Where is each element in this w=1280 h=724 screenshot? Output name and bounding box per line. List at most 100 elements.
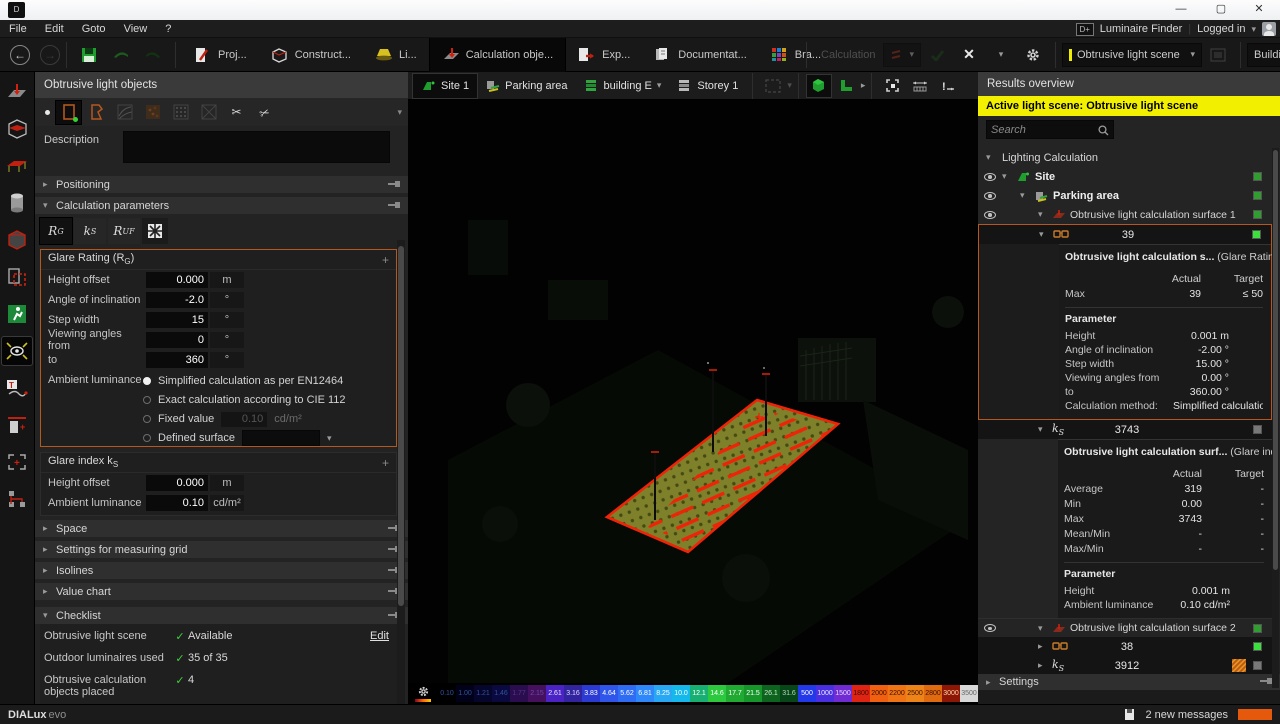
scene-3d[interactable] (408, 100, 978, 683)
section-settings[interactable]: ▸ Settings (978, 674, 1280, 690)
forward-button[interactable]: → (40, 45, 60, 65)
field-value[interactable]: 0 (146, 332, 208, 348)
defined-surface-dropdown[interactable] (242, 430, 320, 446)
expand-plus-icon[interactable]: + (382, 253, 389, 267)
gear-icon[interactable] (1020, 43, 1046, 67)
escape-route-tool[interactable] (2, 300, 32, 328)
tab-ruf[interactable]: RUF (108, 218, 140, 244)
focus-region-tool[interactable]: + (2, 448, 32, 476)
status-square[interactable] (1253, 624, 1262, 633)
false-color-thumbnail[interactable] (1232, 659, 1246, 672)
menu-item-edit[interactable]: Edit (36, 20, 73, 38)
mode-project[interactable]: Proj... (182, 38, 259, 72)
search-input[interactable]: Search (986, 120, 1114, 139)
polygon-tool[interactable] (84, 101, 109, 124)
chevron-down-icon[interactable]: ▾ (1039, 229, 1053, 240)
tree-node-surface1-rg[interactable]: ▾ 39 (979, 225, 1271, 244)
radio-icon[interactable] (143, 377, 151, 385)
radio-simplified-calculation-as-per-en12464[interactable]: Simplified calculation as per EN12464 (143, 374, 396, 388)
rectangle-tool[interactable] (56, 101, 81, 124)
light-scene-select[interactable]: Obtrusive light scene ▾ (1062, 43, 1202, 67)
status-square[interactable] (1253, 661, 1262, 670)
view-3d-icon[interactable] (807, 75, 831, 97)
menu-item-help[interactable]: ? (156, 20, 180, 38)
mode-documentation[interactable]: Documentat... (642, 38, 758, 72)
wall-object-tool[interactable]: + (2, 411, 32, 439)
tab-grid-icon[interactable] (142, 218, 168, 244)
close-button[interactable]: ✕ (1240, 0, 1278, 20)
tab-ks[interactable]: kS (74, 218, 106, 244)
radio-fixed-value[interactable]: Fixed value0.10cd/m² (143, 412, 396, 426)
chevron-down-icon[interactable]: ▾ (1020, 190, 1034, 201)
save-icon[interactable] (76, 43, 102, 67)
section-isolines[interactable]: ▸Isolines (35, 562, 408, 579)
crumb-storey-1[interactable]: Storey 1 (669, 74, 746, 98)
no-display-tool[interactable] (196, 101, 221, 124)
chevron-down-icon[interactable]: ▾ (986, 152, 1002, 163)
tree-node-surface1-ks[interactable]: ▾ kS 3743 (978, 420, 1272, 439)
view-options-chevron-icon[interactable]: ▸ (861, 80, 866, 91)
field-value[interactable]: 15 (146, 312, 208, 328)
status-square[interactable] (1253, 172, 1262, 181)
tree-node-parking-area[interactable]: ▾ Parking area (978, 186, 1272, 205)
selection-mode-chevron-icon[interactable]: ▾ (787, 80, 792, 91)
vertical-surface-tool[interactable] (2, 263, 32, 291)
cutout-polygon-tool[interactable]: ✂ (249, 97, 280, 127)
chevron-right-icon[interactable]: ▸ (1038, 641, 1052, 652)
tree-node-surface2-ks[interactable]: ▸ kS 3912 (978, 656, 1272, 675)
visibility-eye-icon[interactable] (984, 173, 996, 181)
cancel-calculation-icon[interactable]: ✕ (956, 43, 982, 67)
spline-tool[interactable]: T (2, 374, 32, 402)
zoom-fit-icon[interactable] (880, 75, 904, 97)
radio-exact-calculation-according-to-cie-112[interactable]: Exact calculation according to CIE 112 (143, 393, 396, 407)
light-scene-edit-icon[interactable] (1205, 43, 1231, 67)
edit-link[interactable]: Edit (370, 630, 389, 642)
start-calculation-icon[interactable] (924, 43, 950, 67)
status-square[interactable] (1253, 210, 1262, 219)
point-tool[interactable] (41, 103, 53, 121)
chevron-right-icon[interactable]: ▸ (1038, 660, 1052, 671)
right-panel-scrollbar[interactable] (1272, 148, 1279, 688)
visibility-eye-icon[interactable] (984, 624, 996, 632)
cutout-rectangle-tool[interactable]: ✂ (224, 101, 249, 124)
field-value[interactable]: 0.10 (146, 495, 208, 511)
minimize-button[interactable]: — (1162, 0, 1200, 20)
cube-object-tool[interactable] (2, 226, 32, 254)
radio-value[interactable]: 0.10 (221, 412, 267, 427)
crumb-building-e[interactable]: building E▾ (576, 74, 670, 98)
tree-node-lighting-calculation[interactable]: ▾ Lighting Calculation (978, 148, 1272, 167)
annotation-icon[interactable]: ! (936, 75, 960, 97)
section-settings-for-measuring-grid[interactable]: ▸Settings for measuring grid (35, 541, 408, 558)
messages-label[interactable]: 2 new messages (1145, 709, 1228, 721)
value-grid-display-tool[interactable] (168, 101, 193, 124)
expand-plus-icon[interactable]: + (382, 456, 389, 470)
selection-mode-icon[interactable] (761, 75, 785, 97)
tree-node-surface-1[interactable]: ▾ Obtrusive light calculation surface 1 (978, 205, 1272, 224)
pin-icon[interactable] (388, 179, 400, 191)
field-value[interactable]: -2.0 (146, 292, 208, 308)
chevron-down-icon[interactable]: ▾ (657, 80, 662, 91)
toolbar-overflow-chevron-icon[interactable]: ▾ (397, 107, 402, 118)
status-square[interactable] (1253, 642, 1262, 651)
avatar[interactable] (1262, 22, 1276, 36)
visibility-eye-icon[interactable] (984, 211, 996, 219)
back-button[interactable]: ← (10, 45, 30, 65)
profile-select[interactable]: Building and outdoor pla... ▾ (1247, 43, 1280, 67)
tree-node-surface2-rg[interactable]: ▸ 38 (978, 637, 1272, 656)
calculation-type-dropdown[interactable]: ▾ (883, 43, 921, 67)
pin-icon[interactable] (1260, 676, 1272, 688)
false-color-display-tool[interactable] (140, 101, 165, 124)
isolines-display-tool[interactable] (112, 101, 137, 124)
section-space[interactable]: ▸Space (35, 520, 408, 537)
cancel-options-chevron-icon[interactable]: ▾ (988, 43, 1014, 67)
hierarchy-tool[interactable] (2, 485, 32, 513)
mode-export[interactable]: Exp... (566, 38, 642, 72)
messages-badge[interactable] (1238, 709, 1272, 720)
radio-icon[interactable] (143, 396, 151, 404)
logged-in-button[interactable]: Logged in (1197, 23, 1245, 35)
field-value[interactable]: 360 (146, 352, 208, 368)
maximize-button[interactable]: ▢ (1202, 0, 1240, 20)
chevron-down-icon[interactable]: ▾ (1002, 171, 1016, 182)
menu-item-goto[interactable]: Goto (73, 20, 115, 38)
section-checklist[interactable]: ▾ Checklist (35, 607, 408, 624)
